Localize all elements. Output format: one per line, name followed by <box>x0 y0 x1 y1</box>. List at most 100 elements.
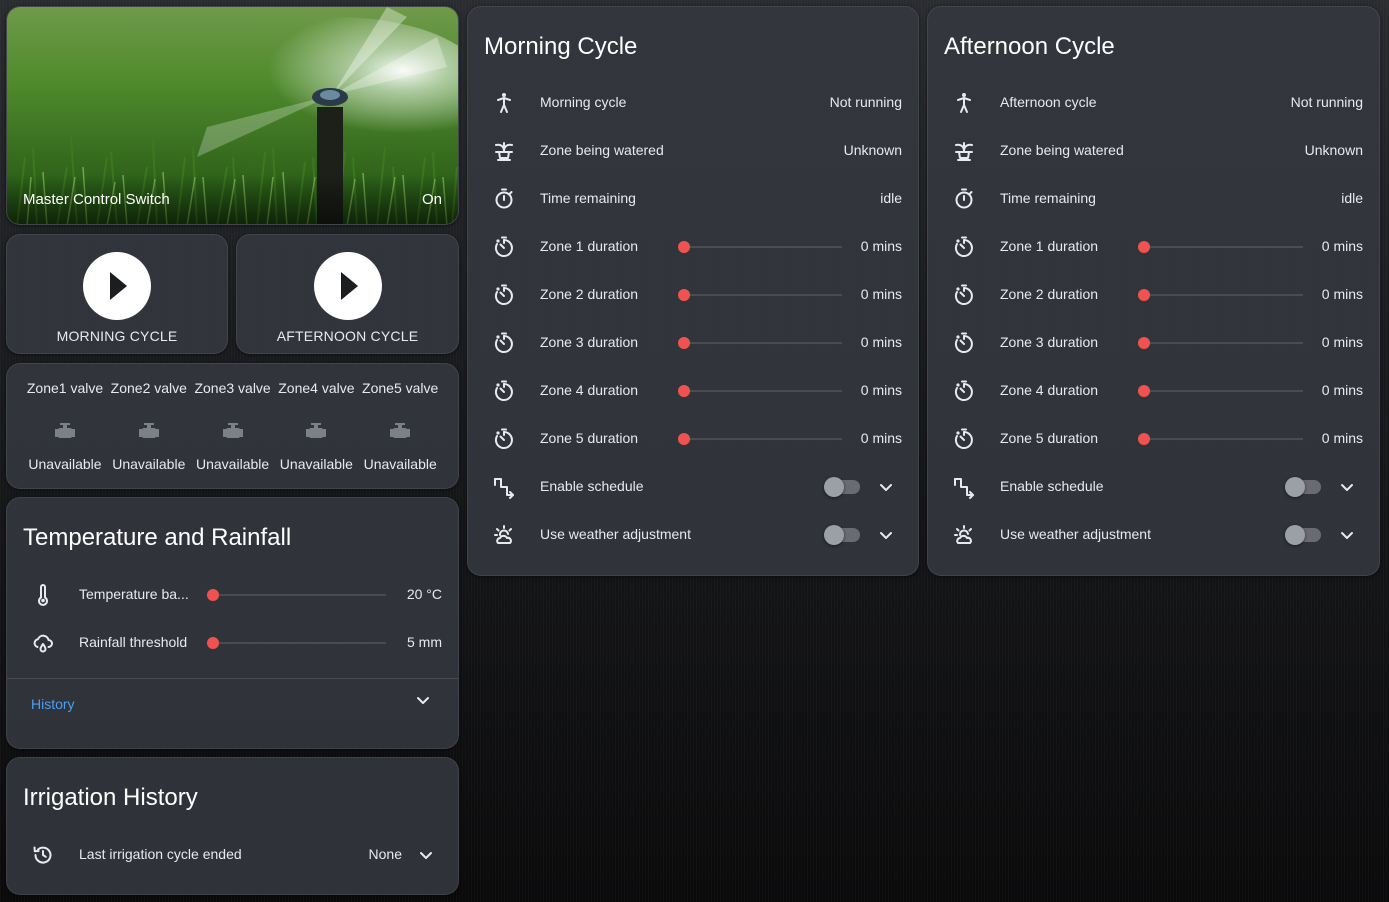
slider-thumb[interactable] <box>678 385 690 397</box>
slider-track[interactable] <box>684 246 842 248</box>
schedule-icon <box>954 478 974 499</box>
entity-row[interactable]: Morning cycle Not running <box>484 83 902 123</box>
slider-thumb[interactable] <box>1138 433 1150 445</box>
timer-cog-icon <box>954 284 973 305</box>
morning-cycle-label: MORNING CYCLE <box>56 328 178 344</box>
valve-name: Zone5 valve <box>362 380 439 396</box>
divider <box>7 678 458 679</box>
entity-row[interactable]: Zone 2 duration 0 mins <box>484 275 902 315</box>
valve-name: Zone3 valve <box>194 380 271 396</box>
slider-track[interactable] <box>684 438 842 440</box>
slider-track[interactable] <box>684 294 842 296</box>
entity-row[interactable]: Zone being watered Unknown <box>944 131 1363 171</box>
entity-row[interactable]: Enable schedule <box>484 467 902 507</box>
slider-track[interactable] <box>1144 342 1303 344</box>
timer-cog-icon <box>954 332 973 353</box>
toggle-knob[interactable] <box>824 477 844 497</box>
entity-label: Afternoon cycle <box>1000 94 1097 110</box>
entity-label: Zone 3 duration <box>540 334 639 350</box>
valve-item[interactable]: Zone5 valve Unavailable <box>358 364 442 488</box>
timer-cog-icon <box>494 284 513 305</box>
entity-row[interactable]: Zone being watered Unknown <box>484 131 902 171</box>
card-title: Temperature and Rainfall <box>23 524 292 551</box>
entity-value: 5 mm <box>407 634 442 650</box>
valve-icon <box>138 423 159 438</box>
entity-row[interactable]: Zone 5 duration 0 mins <box>944 419 1363 459</box>
slider-thumb[interactable] <box>1138 337 1150 349</box>
entity-row[interactable]: Zone 4 duration 0 mins <box>944 371 1363 411</box>
chevron-down-icon[interactable] <box>415 692 431 708</box>
valve-icon <box>55 423 75 438</box>
thermometer-icon <box>38 584 48 606</box>
entity-row[interactable]: Zone 3 duration 0 mins <box>944 323 1363 363</box>
slider-track[interactable] <box>684 390 842 392</box>
valve-item[interactable]: Zone1 valve Unavailable <box>23 364 107 488</box>
entity-label: Enable schedule <box>1000 478 1104 494</box>
rain-cloud-icon <box>33 634 53 653</box>
chevron-down-icon[interactable] <box>878 527 894 543</box>
valve-icon <box>306 423 327 438</box>
slider-track[interactable] <box>1144 390 1303 392</box>
master-control-card[interactable]: Master Control Switch On <box>6 6 459 225</box>
entity-row[interactable]: Temperature ba... 20 °C <box>23 575 442 615</box>
slider-thumb[interactable] <box>207 589 219 601</box>
afternoon-cycle-card: Afternoon Cycle Afternoon cycle Not runni… <box>927 6 1380 576</box>
slider-thumb[interactable] <box>678 289 690 301</box>
entity-row[interactable]: Use weather adjustment <box>484 515 902 555</box>
temperature-rainfall-card: Temperature and Rainfall Temperature ba.… <box>6 497 459 749</box>
slider-track[interactable] <box>213 594 386 596</box>
history-link[interactable]: History <box>31 696 75 712</box>
slider-thumb[interactable] <box>1138 289 1150 301</box>
entity-row[interactable]: Zone 1 duration 0 mins <box>484 227 902 267</box>
chevron-down-icon[interactable] <box>1339 527 1355 543</box>
entity-row[interactable]: Zone 1 duration 0 mins <box>944 227 1363 267</box>
entity-row[interactable]: Rainfall threshold 5 mm <box>23 623 442 663</box>
entity-label: Zone 2 duration <box>540 286 639 302</box>
entity-value: 0 mins <box>1321 430 1363 446</box>
afternoon-cycle-button[interactable]: AFTERNOON CYCLE <box>236 234 459 354</box>
slider-track[interactable] <box>1144 294 1303 296</box>
entity-row[interactable]: Zone 2 duration 0 mins <box>944 275 1363 315</box>
entity-value: 0 mins <box>1321 334 1363 350</box>
slider-thumb[interactable] <box>1138 241 1150 253</box>
entity-label: Time remaining <box>1000 190 1096 206</box>
slider-thumb[interactable] <box>678 433 690 445</box>
slider-thumb[interactable] <box>678 241 690 253</box>
entity-row[interactable]: Enable schedule <box>944 467 1363 507</box>
timer-cog-icon <box>494 380 513 401</box>
entity-row[interactable]: Use weather adjustment <box>944 515 1363 555</box>
chevron-down-icon[interactable] <box>1339 479 1355 495</box>
slider-track[interactable] <box>1144 438 1303 440</box>
entity-value: 0 mins <box>860 286 902 302</box>
entity-label: Time remaining <box>540 190 636 206</box>
entity-value: 20 °C <box>406 586 442 602</box>
valve-icon <box>390 423 411 438</box>
slider-track[interactable] <box>1144 246 1303 248</box>
chevron-down-icon[interactable] <box>418 847 434 863</box>
entity-label: Rainfall threshold <box>79 634 188 650</box>
toggle-knob[interactable] <box>1285 525 1305 545</box>
slider-track[interactable] <box>684 342 842 344</box>
valve-item[interactable]: Zone3 valve Unavailable <box>191 364 275 488</box>
chevron-down-icon[interactable] <box>878 479 894 495</box>
entity-label: Temperature ba... <box>79 586 189 602</box>
entity-value: idle <box>1341 190 1363 206</box>
slider-thumb[interactable] <box>678 337 690 349</box>
valve-state: Unavailable <box>279 456 353 472</box>
toggle-knob[interactable] <box>824 525 844 545</box>
entity-row[interactable]: Time remaining idle <box>944 179 1363 219</box>
entity-row[interactable]: Time remaining idle <box>484 179 902 219</box>
morning-cycle-button[interactable]: MORNING CYCLE <box>6 234 228 354</box>
slider-thumb[interactable] <box>1138 385 1150 397</box>
slider-thumb[interactable] <box>207 637 219 649</box>
valve-item[interactable]: Zone4 valve Unavailable <box>274 364 358 488</box>
slider-track[interactable] <box>213 642 386 644</box>
entity-row[interactable]: Zone 3 duration 0 mins <box>484 323 902 363</box>
entity-row[interactable]: Afternoon cycle Not running <box>944 83 1363 123</box>
entity-row[interactable]: Zone 4 duration 0 mins <box>484 371 902 411</box>
timer-cog-icon <box>954 380 973 401</box>
entity-row[interactable]: Zone 5 duration 0 mins <box>484 419 902 459</box>
toggle-knob[interactable] <box>1285 477 1305 497</box>
last-irrigation-row[interactable]: Last irrigation cycle ended None <box>23 835 442 875</box>
valve-item[interactable]: Zone2 valve Unavailable <box>107 364 191 488</box>
